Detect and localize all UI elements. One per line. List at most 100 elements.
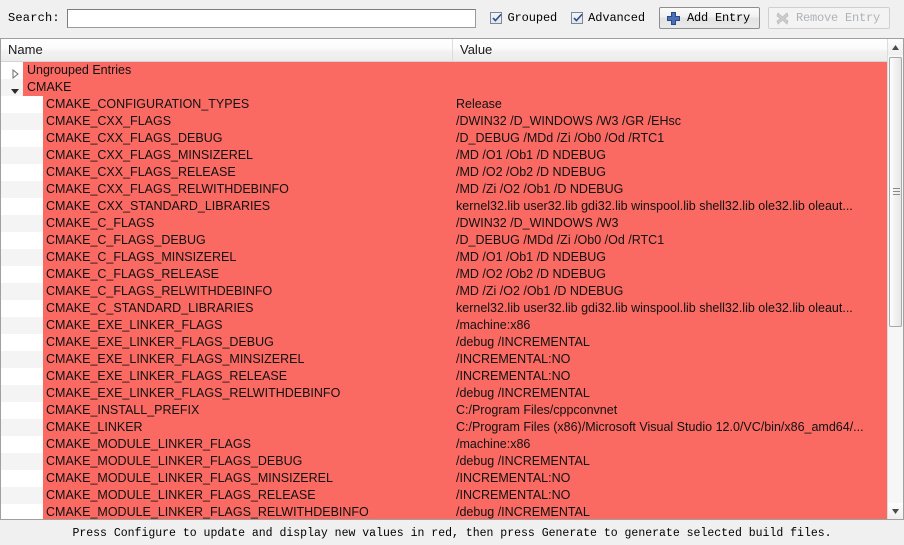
tree-row[interactable]: CMAKE_EXE_LINKER_FLAGS_RELWITHDEBINFO/de… [1, 385, 887, 402]
row-name: CMAKE_CXX_FLAGS [46, 114, 172, 128]
tree-row[interactable]: CMAKE_CXX_FLAGS_RELWITHDEBINFO/MD /Zi /O… [1, 181, 887, 198]
expander-expand-icon[interactable] [10, 66, 20, 80]
search-input[interactable] [66, 8, 477, 28]
tree-row[interactable]: CMAKE_EXE_LINKER_FLAGS_DEBUG/debug /INCR… [1, 334, 887, 351]
tree-row[interactable]: CMAKE_MODULE_LINKER_FLAGS_RELWITHDEBINFO… [1, 504, 887, 519]
remove-entry-button[interactable]: Remove Entry [767, 7, 890, 29]
row-name: CMAKE_C_STANDARD_LIBRARIES [46, 301, 254, 315]
row-value[interactable]: /machine:x86 [456, 317, 886, 334]
row-value[interactable]: kernel32.lib user32.lib gdi32.lib winspo… [456, 300, 886, 317]
row-indent [1, 317, 43, 334]
row-indent [1, 453, 43, 470]
tree-row[interactable]: CMAKE_C_FLAGS_MINSIZEREL/MD /O1 /Ob1 /D … [1, 249, 887, 266]
row-indent [1, 249, 43, 266]
row-value[interactable]: C:/Program Files/cppconvnet [456, 402, 886, 419]
row-value[interactable]: /MD /O2 /Ob2 /D NDEBUG [456, 164, 886, 181]
row-value[interactable]: kernel32.lib user32.lib gdi32.lib winspo… [456, 198, 886, 215]
row-name: CMAKE_C_FLAGS_RELWITHDEBINFO [46, 284, 273, 298]
row-value[interactable]: C:/Program Files (x86)/Microsoft Visual … [456, 419, 886, 436]
row-name: CMAKE_EXE_LINKER_FLAGS [46, 318, 223, 332]
row-value[interactable]: /INCREMENTAL:NO [456, 487, 886, 504]
row-value[interactable]: /debug /INCREMENTAL [456, 334, 886, 351]
column-header-name[interactable]: Name [1, 39, 453, 61]
tree-vertical-scrollbar[interactable] [887, 39, 903, 519]
row-value[interactable]: /INCREMENTAL:NO [456, 351, 886, 368]
row-value[interactable]: /MD /Zi /O2 /Ob1 /D NDEBUG [456, 181, 886, 198]
tree-row[interactable]: CMAKE_C_FLAGS_RELWITHDEBINFO/MD /Zi /O2 … [1, 283, 887, 300]
row-value[interactable]: /MD /Zi /O2 /Ob1 /D NDEBUG [456, 283, 886, 300]
row-value[interactable]: /MD /O1 /Ob1 /D NDEBUG [456, 147, 886, 164]
tree-group-row[interactable]: CMAKE [1, 79, 887, 96]
row-name: CMAKE_LINKER [46, 420, 143, 434]
row-value[interactable]: /INCREMENTAL:NO [456, 368, 886, 385]
grouped-checkbox[interactable]: Grouped [490, 11, 557, 25]
row-name: CMAKE_EXE_LINKER_FLAGS_MINSIZEREL [46, 352, 305, 366]
column-header-value[interactable]: Value [453, 39, 888, 61]
scroll-up-arrow-icon[interactable] [888, 39, 903, 55]
advanced-checkbox-box[interactable] [571, 12, 584, 24]
row-indent [1, 504, 43, 519]
tree-row[interactable]: CMAKE_C_FLAGS_RELEASE/MD /O2 /Ob2 /D NDE… [1, 266, 887, 283]
row-indent [1, 147, 43, 164]
tree-row[interactable]: CMAKE_CXX_FLAGS /DWIN32 /D_WINDOWS /W3 /… [1, 113, 887, 130]
row-name: CMAKE_MODULE_LINKER_FLAGS_MINSIZEREL [46, 471, 333, 485]
row-value[interactable]: /D_DEBUG /MDd /Zi /Ob0 /Od /RTC1 [456, 232, 886, 249]
tree-rows-container: Ungrouped Entries CMAKE CMAKE_CONFIGURATIO… [1, 62, 887, 519]
add-entry-button[interactable]: Add Entry [658, 7, 760, 29]
row-indent [1, 113, 43, 130]
tree-row[interactable]: CMAKE_CXX_FLAGS_MINSIZEREL/MD /O1 /Ob1 /… [1, 147, 887, 164]
row-name: CMAKE [27, 80, 72, 94]
tree-row[interactable]: CMAKE_CXX_FLAGS_DEBUG/D_DEBUG /MDd /Zi /… [1, 130, 887, 147]
row-value[interactable]: /machine:x86 [456, 436, 886, 453]
tree-row[interactable]: CMAKE_MODULE_LINKER_FLAGS/machine:x86 [1, 436, 887, 453]
tree-row[interactable]: CMAKE_CXX_STANDARD_LIBRARIES kernel32.lib… [1, 198, 887, 215]
row-indent [1, 300, 43, 317]
row-indent [1, 368, 43, 385]
grouped-checkbox-box[interactable] [490, 12, 503, 24]
tree-row[interactable]: CMAKE_C_FLAGS /DWIN32 /D_WINDOWS /W3 [1, 215, 887, 232]
remove-entry-label: Remove Entry [795, 11, 880, 25]
tree-row[interactable]: CMAKE_MODULE_LINKER_FLAGS_DEBUG/debug /I… [1, 453, 887, 470]
tree-row[interactable]: CMAKE_EXE_LINKER_FLAGS_RELEASE/INCREMENT… [1, 368, 887, 385]
tree-row[interactable]: CMAKE_MODULE_LINKER_FLAGS_RELEASE/INCREM… [1, 487, 887, 504]
row-value[interactable]: Release [456, 96, 886, 113]
row-value[interactable]: /MD /O2 /Ob2 /D NDEBUG [456, 266, 886, 283]
row-name: CMAKE_C_FLAGS [46, 216, 155, 230]
cache-entries-tree: Name Value Ungrouped Entries CMAKE CMAKE_C… [0, 38, 904, 520]
row-value[interactable]: /INCREMENTAL:NO [456, 470, 886, 487]
tree-row[interactable]: CMAKE_EXE_LINKER_FLAGS/machine:x86 [1, 317, 887, 334]
row-value[interactable]: /D_DEBUG /MDd /Zi /Ob0 /Od /RTC1 [456, 130, 886, 147]
tree-row[interactable]: CMAKE_MODULE_LINKER_FLAGS_MINSIZEREL/INC… [1, 470, 887, 487]
row-value[interactable]: /MD /O1 /Ob1 /D NDEBUG [456, 249, 886, 266]
scrollbar-thumb[interactable] [889, 57, 902, 327]
row-value[interactable]: /DWIN32 /D_WINDOWS /W3 [456, 215, 886, 232]
tree-row[interactable]: CMAKE_CONFIGURATION_TYPES Release [1, 96, 887, 113]
tree-row[interactable]: CMAKE_EXE_LINKER_FLAGS_MINSIZEREL/INCREM… [1, 351, 887, 368]
scroll-down-arrow-icon[interactable] [888, 503, 903, 519]
add-entry-label: Add Entry [686, 11, 750, 25]
row-value[interactable]: /debug /INCREMENTAL [456, 453, 886, 470]
row-name: CMAKE_CONFIGURATION_TYPES [46, 97, 250, 111]
tree-row[interactable]: CMAKE_INSTALL_PREFIX C:/Program Files/cpp… [1, 402, 887, 419]
row-value[interactable]: /debug /INCREMENTAL [456, 504, 886, 519]
plus-icon [666, 11, 681, 26]
advanced-checkbox[interactable]: Advanced [571, 11, 645, 25]
tree-row[interactable]: CMAKE_CXX_FLAGS_RELEASE/MD /O2 /Ob2 /D N… [1, 164, 887, 181]
expander-collapse-icon[interactable] [10, 83, 20, 94]
row-indent [1, 164, 43, 181]
row-value[interactable]: /DWIN32 /D_WINDOWS /W3 /GR /EHsc [456, 113, 886, 130]
row-name: CMAKE_MODULE_LINKER_FLAGS_RELEASE [46, 488, 316, 502]
tree-row[interactable]: CMAKE_C_FLAGS_DEBUG/D_DEBUG /MDd /Zi /Ob… [1, 232, 887, 249]
row-value[interactable]: /debug /INCREMENTAL [456, 385, 886, 402]
row-name: CMAKE_C_FLAGS_DEBUG [46, 233, 206, 247]
tree-row[interactable]: CMAKE_LINKER C:/Program Files (x86)/Micro… [1, 419, 887, 436]
row-name: CMAKE_C_FLAGS_MINSIZEREL [46, 250, 237, 264]
row-indent [1, 181, 43, 198]
row-indent [1, 419, 43, 436]
tree-row[interactable]: CMAKE_C_STANDARD_LIBRARIES kernel32.lib u… [1, 300, 887, 317]
tree-group-row[interactable]: Ungrouped Entries [1, 62, 887, 80]
row-indent [1, 385, 43, 402]
row-name: CMAKE_INSTALL_PREFIX [46, 403, 200, 417]
row-indent [1, 402, 43, 419]
tree-header-row: Name Value [1, 39, 903, 62]
